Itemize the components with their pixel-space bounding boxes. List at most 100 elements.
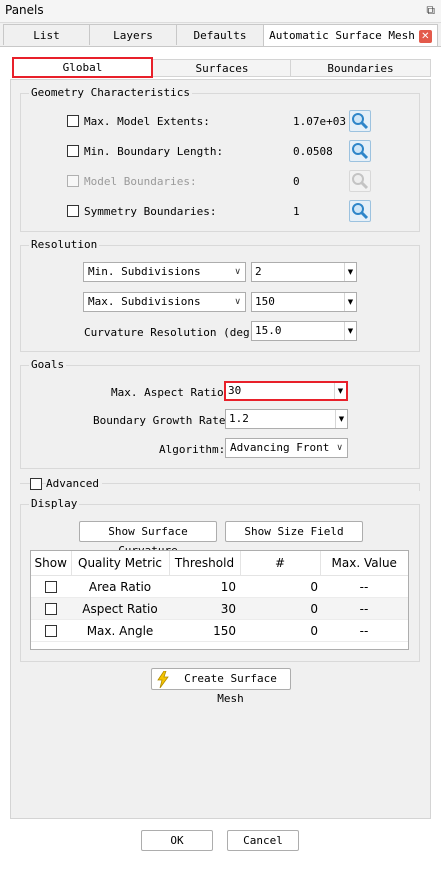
min-subdivisions-input[interactable]: 2 ▼ — [251, 262, 357, 282]
min-subdivisions-value: 2 — [255, 265, 262, 278]
quality-metric-table: Show Quality Metric Threshold # Max. Val… — [31, 551, 408, 642]
advanced-checkbox[interactable] — [30, 478, 42, 490]
count-cell: 0 — [240, 575, 320, 598]
symmetry-boundaries-checkbox[interactable] — [67, 205, 79, 217]
resolution-group-label: Resolution — [29, 238, 100, 251]
column-header-show[interactable]: Show — [31, 551, 72, 576]
max-subdivisions-select[interactable]: Max. Subdivisions ∨ — [83, 292, 246, 312]
table-header-row: Show Quality Metric Threshold # Max. Val… — [31, 551, 408, 576]
subtab-global[interactable]: Global — [12, 57, 153, 78]
threshold-cell[interactable]: 150 — [169, 619, 240, 642]
panel-title: Panels — [5, 3, 44, 17]
max-aspect-ratio-input[interactable]: 30 ▼ — [224, 381, 348, 401]
curvature-resolution-value: 15.0 — [255, 324, 282, 337]
count-cell: 0 — [240, 597, 320, 620]
magnifier-icon[interactable] — [349, 200, 371, 222]
min-boundary-length-checkbox[interactable] — [67, 145, 79, 157]
min-subdivisions-select[interactable]: Min. Subdivisions ∨ — [83, 262, 246, 282]
max-value-cell: -- — [320, 619, 408, 642]
lightning-icon — [157, 671, 169, 688]
model-boundaries-value: 0 — [293, 175, 300, 188]
close-icon[interactable]: ✕ — [418, 29, 432, 43]
create-surface-mesh-button[interactable]: Create Surface Mesh — [151, 668, 291, 705]
show-surface-curvature-button[interactable]: Show Surface Curvature — [79, 521, 217, 557]
metric-cell: Max. Angle — [71, 619, 169, 642]
model-boundaries-checkbox — [67, 175, 79, 187]
magnifier-icon — [349, 170, 371, 192]
tab-automatic-surface-mesh[interactable]: Automatic Surface Mesh ✕ — [263, 24, 438, 46]
show-size-field-button[interactable]: Show Size Field — [225, 521, 363, 542]
chevron-down-icon: ∨ — [234, 297, 241, 307]
advanced-label: Advanced — [46, 477, 102, 490]
column-header-quality-metric[interactable]: Quality Metric — [71, 551, 170, 576]
curvature-resolution-label: Curvature Resolution (deg): — [84, 326, 263, 339]
subtab-boundaries[interactable]: Boundaries — [290, 59, 431, 77]
show-aspect-ratio-checkbox[interactable] — [45, 603, 57, 615]
threshold-cell[interactable]: 10 — [169, 575, 240, 598]
subtab-boundaries-label: Boundaries — [327, 62, 394, 75]
boundary-growth-rate-label: Boundary Growth Rate: — [93, 414, 233, 427]
show-max-angle-checkbox[interactable] — [45, 625, 57, 637]
dropdown-arrow-icon[interactable]: ▼ — [335, 410, 347, 428]
tab-defaults[interactable]: Defaults — [176, 24, 264, 45]
subtab-global-label: Global — [62, 61, 103, 74]
dropdown-arrow-icon[interactable]: ▼ — [334, 383, 346, 399]
subtab-surfaces[interactable]: Surfaces — [152, 59, 292, 77]
dropdown-arrow-icon[interactable]: ▼ — [344, 322, 356, 340]
boundary-growth-rate-input[interactable]: 1.2 ▼ — [225, 409, 348, 429]
metric-cell: Aspect Ratio — [71, 597, 169, 620]
tab-layers[interactable]: Layers — [89, 24, 177, 45]
max-subdivisions-input[interactable]: 150 ▼ — [251, 292, 357, 312]
geometry-group-label: Geometry Characteristics — [29, 86, 192, 99]
display-group-label: Display — [29, 497, 80, 510]
goals-group-label: Goals — [29, 358, 67, 371]
count-cell: 0 — [240, 619, 320, 642]
algorithm-select[interactable]: Advancing Front ∨ — [225, 438, 348, 458]
max-model-extents-label: Max. Model Extents: — [84, 115, 210, 128]
column-header-count[interactable]: # — [240, 551, 321, 576]
metric-cell: Area Ratio — [71, 575, 169, 598]
curvature-resolution-input[interactable]: 15.0 ▼ — [251, 321, 357, 341]
chevron-down-icon: ∨ — [234, 267, 241, 277]
max-aspect-ratio-value: 30 — [228, 384, 242, 397]
boundary-growth-rate-value: 1.2 — [229, 412, 249, 425]
tab-layers-label: Layers — [113, 29, 153, 42]
symmetry-boundaries-label: Symmetry Boundaries: — [84, 205, 217, 218]
create-surface-mesh-label: Create Surface Mesh — [184, 672, 277, 705]
ok-button[interactable]: OK — [141, 830, 213, 851]
max-model-extents-value: 1.07e+03 — [293, 115, 346, 128]
tab-asm-label: Automatic Surface Mesh — [269, 29, 415, 42]
min-boundary-length-value: 0.0508 — [293, 145, 333, 158]
symmetry-boundaries-value: 1 — [293, 205, 300, 218]
max-aspect-ratio-label: Max. Aspect Ratio: — [111, 386, 231, 399]
dropdown-arrow-icon[interactable]: ▼ — [344, 263, 356, 281]
algorithm-option: Advancing Front — [230, 441, 330, 454]
magnifier-icon[interactable] — [349, 140, 371, 162]
subtab-surfaces-label: Surfaces — [195, 62, 249, 75]
cancel-button[interactable]: Cancel — [227, 830, 299, 851]
min-subdivisions-option: Min. Subdivisions — [88, 265, 201, 278]
algorithm-label: Algorithm: — [159, 443, 226, 456]
column-header-threshold[interactable]: Threshold — [169, 551, 241, 576]
max-subdivisions-option: Max. Subdivisions — [88, 295, 201, 308]
dropdown-arrow-icon[interactable]: ▼ — [344, 293, 356, 311]
max-model-extents-checkbox[interactable] — [67, 115, 79, 127]
column-header-max-value[interactable]: Max. Value — [320, 551, 408, 576]
table-row: Area Ratio 10 0 -- — [31, 575, 408, 598]
tab-defaults-label: Defaults — [193, 29, 247, 42]
magnifier-icon[interactable] — [349, 110, 371, 132]
subtabs: Surfaces Boundaries Global — [10, 57, 431, 79]
show-area-ratio-checkbox[interactable] — [45, 581, 57, 593]
min-boundary-length-label: Min. Boundary Length: — [84, 145, 224, 158]
panel-tabs: List Layers Defaults Automatic Surface M… — [0, 24, 441, 46]
tab-list-label: List — [33, 29, 60, 42]
threshold-cell[interactable]: 30 — [169, 597, 240, 620]
table-row: Max. Angle 150 0 -- — [31, 619, 408, 642]
chevron-down-icon: ∨ — [336, 443, 343, 453]
max-value-cell: -- — [320, 575, 408, 598]
max-subdivisions-value: 150 — [255, 295, 275, 308]
max-value-cell: -- — [320, 597, 408, 620]
tab-list[interactable]: List — [3, 24, 90, 45]
table-row: Aspect Ratio 30 0 -- — [31, 597, 408, 620]
float-icon[interactable]: ⧉ — [426, 3, 435, 18]
